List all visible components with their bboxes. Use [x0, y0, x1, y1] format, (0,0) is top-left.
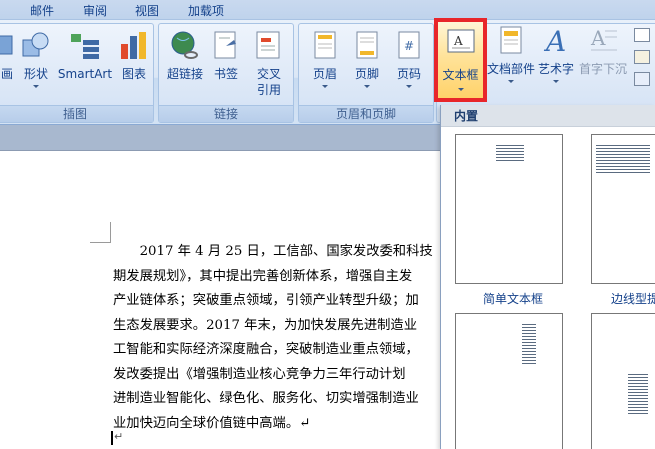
picture-button[interactable]: 画	[0, 30, 17, 106]
chart-button[interactable]: 图表	[117, 30, 151, 106]
thumbnail-text-lines	[496, 145, 524, 163]
drop-cap-icon: A	[587, 25, 619, 55]
signature-line-icon[interactable]	[634, 28, 650, 42]
date-time-icon[interactable]	[634, 50, 650, 64]
group-header-footer: 页眉 页脚 # 页码 页眉和页脚	[298, 23, 434, 123]
shapes-icon	[20, 30, 52, 60]
wordart-label: 艺术字	[537, 62, 574, 76]
svg-text:A: A	[453, 34, 463, 48]
gallery-item-sideline-sidebar[interactable]	[591, 134, 655, 284]
header-button[interactable]: 页眉	[305, 30, 345, 106]
thumbnail-text-lines	[596, 145, 650, 173]
thumbnail-text-lines	[628, 374, 648, 414]
footer-label: 页脚	[354, 67, 379, 81]
empty-paragraph-mark: ↵	[114, 430, 124, 443]
gallery-item-simple-textbox[interactable]	[455, 134, 563, 284]
paragraph-line: 产业链体系；突破重点领域，引领产业转型升级；加	[113, 293, 419, 308]
svg-text:A: A	[543, 25, 566, 55]
svg-text:A: A	[590, 26, 606, 50]
paragraph-line: 2017 年 4 月 25 日，工信部、国家发改委和科技	[113, 244, 433, 259]
chevron-down-icon	[406, 85, 412, 88]
smartart-button[interactable]: SmartArt	[55, 30, 115, 106]
chevron-down-icon	[33, 85, 39, 88]
hyperlink-label: 超链接	[166, 67, 203, 81]
thumbnail-text-lines	[522, 324, 536, 364]
cross-reference-button[interactable]: 交叉 引用	[249, 30, 289, 106]
globe-link-icon	[169, 30, 201, 60]
cross-reference-label-line1: 交叉	[256, 67, 281, 81]
footer-icon	[351, 30, 383, 60]
document-paragraph[interactable]: 2017 年 4 月 25 日，工信部、国家发改委和科技 期发展规划》，其中提出…	[113, 240, 470, 436]
cross-reference-label-line2: 引用	[256, 83, 281, 97]
smartart-icon	[69, 30, 101, 60]
shape-button[interactable]: 形状	[19, 30, 53, 106]
quick-parts-button[interactable]: 文档部件	[486, 25, 536, 101]
group-illustrations: 画 形状 SmartArt 图表 插图	[0, 23, 154, 123]
text-cursor	[111, 431, 113, 445]
menu-tab-bar: 邮件 审阅 视图 加载项	[0, 0, 655, 19]
gallery-item-textbox[interactable]	[455, 313, 563, 449]
header-label: 页眉	[312, 67, 337, 81]
bar-chart-icon	[118, 30, 150, 60]
textbox-gallery-dropdown: 内置 简单文本框 边线型提要栏	[440, 105, 655, 449]
paragraph-line: 业加快迈向全球价值链中高端。↵	[113, 415, 311, 431]
object-icon[interactable]	[634, 72, 650, 86]
page-number-button[interactable]: # 页码	[389, 30, 429, 106]
footer-button[interactable]: 页脚	[347, 30, 387, 106]
group-title-illustrations: 插图	[0, 105, 153, 122]
chevron-down-icon	[364, 85, 370, 88]
picture-icon	[0, 30, 16, 60]
tab-addins[interactable]: 加载项	[188, 2, 224, 19]
wordart-button[interactable]: A 艺术字	[535, 25, 577, 101]
cross-reference-icon	[253, 30, 285, 60]
header-icon	[309, 30, 341, 60]
tab-review[interactable]: 审阅	[83, 2, 107, 19]
paragraph-line: 进制造业智能化、绿色化、服务化、切实增强制造业	[113, 391, 419, 406]
drop-cap-label: 首字下沉	[578, 62, 627, 76]
group-links: 超链接 书签 交叉 引用 链接	[158, 23, 294, 123]
hyperlink-button[interactable]: 超链接	[165, 30, 205, 106]
paragraph-line: 发改委提出《增强制造业核心竞争力三年行动计划	[113, 366, 406, 382]
textbox-icon: A	[446, 28, 476, 56]
wordart-icon: A	[540, 25, 572, 58]
bookmark-icon	[210, 30, 242, 60]
quick-parts-icon	[495, 25, 527, 55]
page-number-icon: #	[393, 30, 425, 60]
tab-mailings[interactable]: 邮件	[30, 2, 54, 19]
quick-parts-label: 文档部件	[486, 62, 535, 76]
textbox-label: 文本框	[442, 68, 479, 82]
chevron-down-icon	[458, 88, 464, 91]
margin-corner-mark	[90, 222, 111, 243]
gallery-item-label: 边线型提要栏	[611, 292, 655, 306]
paragraph-line: 工智能和实际经济深度融合，突破制造业重点领域，	[113, 342, 419, 357]
paragraph-line: 期发展规划》，其中提出完善创新体系，增强自主发	[113, 268, 413, 284]
gallery-item-textbox[interactable]	[591, 313, 655, 449]
picture-label: 画	[0, 67, 13, 81]
chart-label: 图表	[121, 67, 146, 81]
gallery-item-label: 简单文本框	[483, 292, 544, 306]
drop-cap-button[interactable]: A 首字下沉	[577, 25, 629, 101]
svg-text:#: #	[404, 39, 414, 53]
bookmark-button[interactable]: 书签	[209, 30, 243, 106]
tab-view[interactable]: 视图	[135, 2, 159, 19]
bookmark-label: 书签	[213, 67, 238, 81]
paragraph-line: 生态发展要求。2017 年末，为加快发展先进制造业	[113, 317, 418, 333]
chevron-down-icon	[322, 85, 328, 88]
gallery-section-title: 内置	[441, 105, 655, 127]
shape-label: 形状	[23, 67, 48, 81]
chevron-down-icon	[553, 80, 559, 83]
chevron-down-icon	[508, 80, 514, 83]
smartart-label: SmartArt	[57, 67, 113, 81]
page-number-label: 页码	[396, 67, 421, 81]
textbox-button[interactable]: A 文本框	[434, 18, 487, 102]
group-title-links: 链接	[159, 105, 293, 122]
group-title-header-footer: 页眉和页脚	[299, 105, 433, 122]
